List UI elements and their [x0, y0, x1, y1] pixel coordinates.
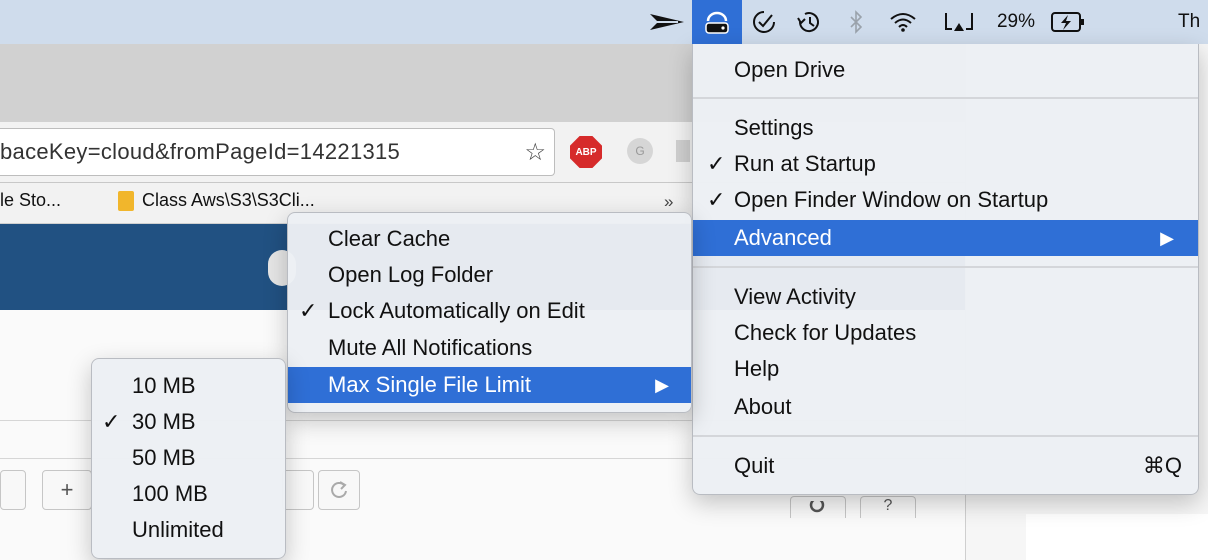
menu-item-settings[interactable]: Settings	[693, 110, 1198, 146]
menu-item-100mb[interactable]: 100 MB	[92, 476, 285, 512]
menu-item-max-single-file-limit[interactable]: Max Single File Limit ▶	[288, 367, 691, 403]
submenu-arrow-icon: ▶	[655, 374, 669, 395]
help-button[interactable]: ?	[860, 496, 916, 518]
menu-item-quit[interactable]: Quit ⌘Q	[693, 448, 1198, 484]
menu-separator	[693, 266, 1198, 268]
menu-item-mute-notifications[interactable]: Mute All Notifications	[288, 330, 691, 366]
menu-item-clear-cache[interactable]: Clear Cache	[288, 221, 691, 257]
menu-item-help[interactable]: Help	[693, 351, 1198, 387]
checkmark-status-icon[interactable]	[746, 0, 782, 44]
help-label: ?	[883, 496, 893, 514]
bookmark-star-icon[interactable]: ☆	[524, 138, 546, 167]
menu-item-unlimited[interactable]: Unlimited	[92, 512, 285, 548]
menu-item-run-at-startup[interactable]: ✓ Run at Startup	[693, 146, 1198, 182]
address-bar[interactable]: baceKey=cloud&fromPageId=14221315 ☆	[0, 128, 555, 176]
menu-item-label: 10 MB	[132, 373, 196, 398]
bookmark-label: Class Aws\S3\S3Cli...	[142, 190, 315, 210]
menu-separator	[693, 97, 1198, 99]
clock-text: Th	[1178, 11, 1201, 32]
time-machine-icon[interactable]	[790, 0, 830, 44]
extension-label: G	[635, 144, 645, 158]
menu-item-label: Mute All Notifications	[328, 335, 533, 360]
menu-item-label: Open Drive	[734, 57, 846, 82]
extension-icon[interactable]: G	[627, 138, 653, 164]
adblock-label: ABP	[575, 146, 597, 158]
menu-item-open-log-folder[interactable]: Open Log Folder	[288, 257, 691, 293]
menu-item-label: View Activity	[734, 284, 856, 309]
menu-item-check-for-updates[interactable]: Check for Updates	[693, 315, 1198, 351]
search-button[interactable]	[790, 496, 846, 518]
bookmark-item[interactable]: le Sto...	[0, 190, 61, 211]
menu-item-label: Max Single File Limit	[328, 372, 531, 397]
file-limit-submenu: 10 MB ✓ 30 MB 50 MB 100 MB Unlimited	[91, 358, 286, 559]
menu-item-about[interactable]: About	[693, 389, 1198, 425]
menu-item-label: Clear Cache	[328, 226, 451, 251]
menu-item-10mb[interactable]: 10 MB	[92, 368, 285, 404]
submenu-arrow-icon: ▶	[1160, 227, 1174, 248]
checkmark-icon: ✓	[299, 298, 318, 323]
add-button[interactable]: +	[42, 470, 92, 510]
advanced-submenu: Clear Cache Open Log Folder ✓ Lock Autom…	[287, 212, 692, 413]
menu-item-label: Lock Automatically on Edit	[328, 298, 585, 323]
menubar-clock[interactable]: Th	[1178, 0, 1208, 44]
menu-item-label: 30 MB	[132, 409, 196, 434]
bookmark-item[interactable]: Class Aws\S3\S3Cli...	[118, 190, 315, 211]
menu-item-label: Run at Startup	[734, 151, 876, 176]
drive-menu: Open Drive Settings ✓ Run at Startup ✓ O…	[692, 44, 1199, 495]
wifi-icon[interactable]	[880, 0, 926, 44]
menu-item-lock-automatically[interactable]: ✓ Lock Automatically on Edit	[288, 293, 691, 329]
menu-item-label: Settings	[734, 115, 814, 140]
menu-item-label: 100 MB	[132, 481, 208, 506]
menu-item-label: About	[734, 394, 792, 419]
menu-item-label: Open Log Folder	[328, 262, 494, 287]
folder-icon	[118, 190, 134, 211]
airmail-status-icon[interactable]	[644, 0, 690, 44]
checkmark-icon: ✓	[102, 409, 121, 434]
menu-item-50mb[interactable]: 50 MB	[92, 440, 285, 476]
extension-icon-partial[interactable]	[676, 140, 690, 162]
menu-item-label: Quit	[734, 453, 775, 478]
menu-item-open-finder-on-startup[interactable]: ✓ Open Finder Window on Startup	[693, 182, 1198, 218]
battery-charging-icon[interactable]	[1046, 0, 1090, 44]
undo-button[interactable]	[282, 470, 314, 510]
menu-item-label: Help	[734, 356, 780, 381]
bookmark-label: le Sto...	[0, 190, 62, 210]
quit-shortcut: ⌘Q	[1142, 453, 1182, 478]
menu-item-view-activity[interactable]: View Activity	[693, 279, 1198, 315]
checkmark-icon: ✓	[707, 187, 726, 212]
menu-item-advanced[interactable]: Advanced ▶	[693, 220, 1198, 256]
airplay-display-icon[interactable]	[936, 0, 982, 44]
bluetooth-icon[interactable]	[840, 0, 872, 44]
redo-button[interactable]	[318, 470, 360, 510]
menu-item-label: 50 MB	[132, 445, 196, 470]
menu-item-label: Check for Updates	[734, 320, 917, 345]
url-text: baceKey=cloud&fromPageId=14221315	[0, 139, 401, 164]
menu-item-open-drive[interactable]: Open Drive	[693, 52, 1198, 88]
drive-status-icon[interactable]	[692, 0, 742, 44]
battery-percent: 29%	[988, 0, 1044, 44]
menu-separator	[693, 435, 1198, 437]
editor-toolbar-button[interactable]	[0, 470, 26, 510]
menu-item-label: Open Finder Window on Startup	[734, 187, 1049, 212]
menu-item-label: Advanced	[734, 225, 832, 250]
menu-item-30mb[interactable]: ✓ 30 MB	[92, 404, 285, 440]
menu-item-label: Unlimited	[132, 517, 224, 542]
battery-percent-text: 29%	[996, 11, 1036, 32]
mac-menu-bar: 29% Th	[0, 0, 1208, 44]
bookmarks-overflow-chevron[interactable]: »	[664, 192, 673, 212]
add-label: +	[60, 477, 74, 502]
checkmark-icon: ✓	[707, 151, 726, 176]
